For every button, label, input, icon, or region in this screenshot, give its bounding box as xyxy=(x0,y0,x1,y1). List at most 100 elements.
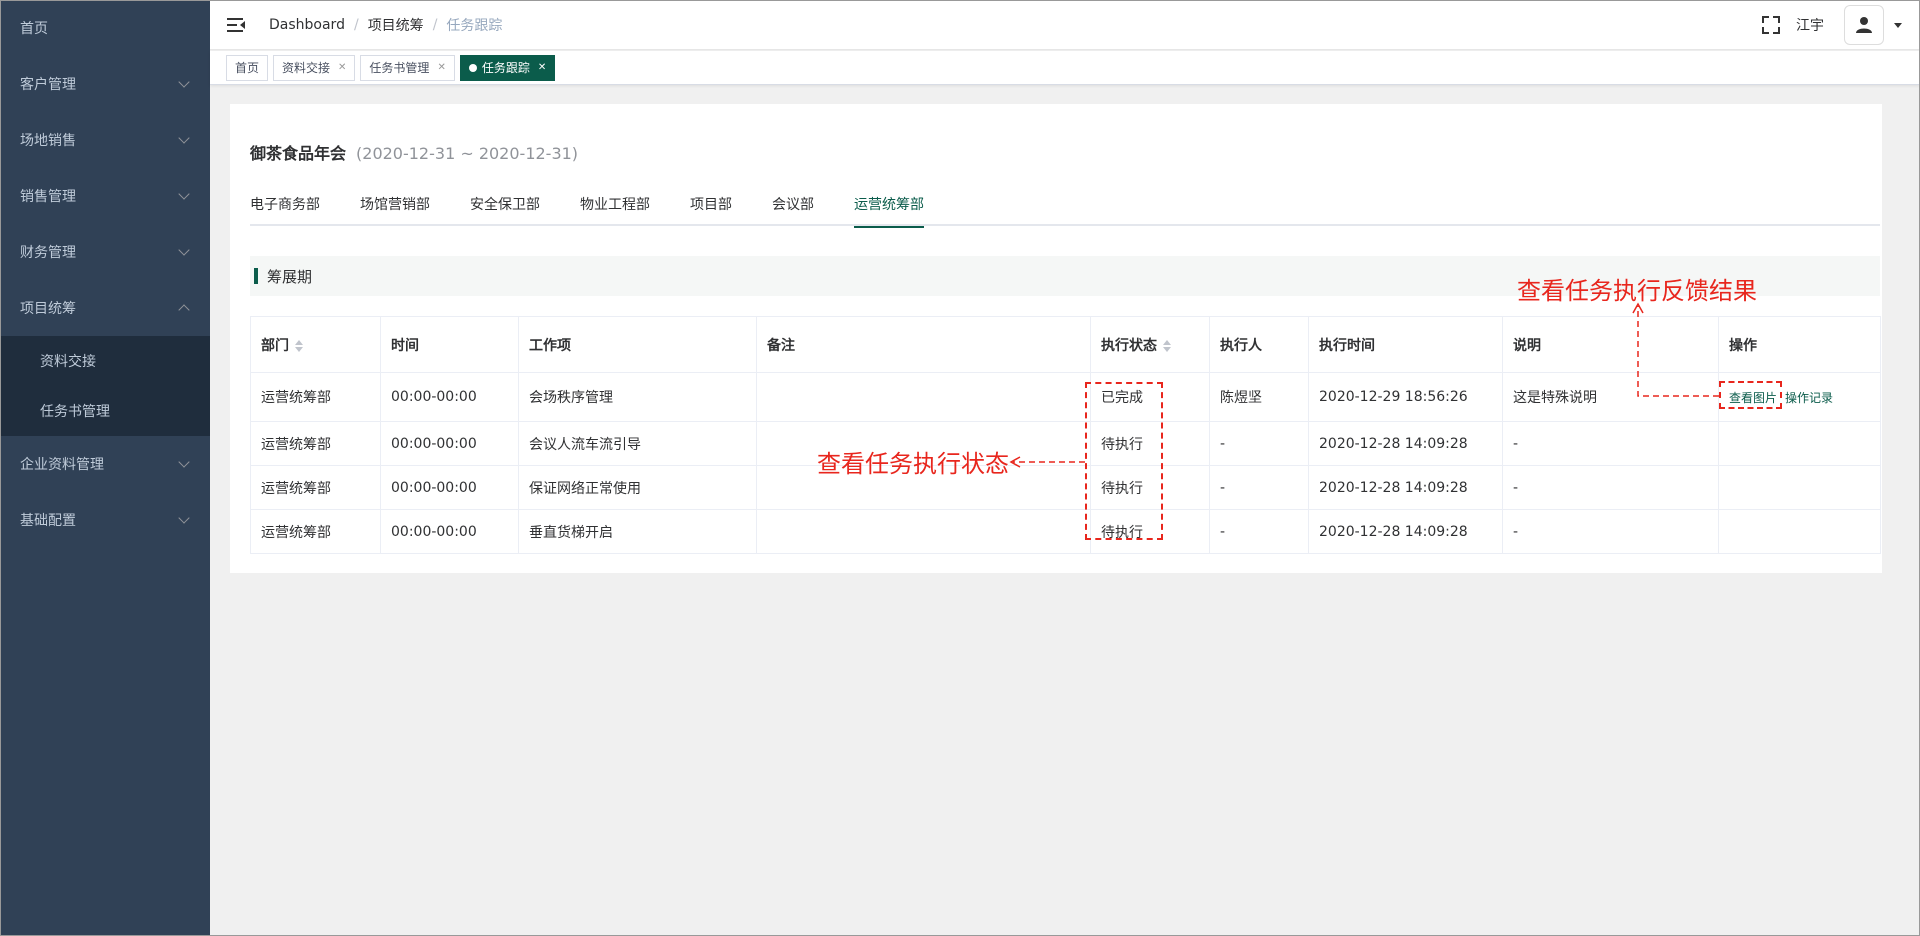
cell-work-item: 保证网络正常使用 xyxy=(518,465,757,510)
sidebar-item-home[interactable]: 首页 xyxy=(0,0,210,56)
chevron-up-icon xyxy=(178,304,190,316)
chevron-down-icon xyxy=(178,76,190,88)
breadcrumb-item[interactable]: Dashboard xyxy=(269,17,345,33)
cell-dept: 运营统筹部 xyxy=(250,509,381,554)
project-date-range: (2020-12-31 ~ 2020-12-31) xyxy=(356,144,579,163)
sidebar-item-label: 企业资料管理 xyxy=(20,457,104,473)
page-title: 御茶食品年会 xyxy=(250,144,347,163)
operation-log-link[interactable]: 操作记录 xyxy=(1785,391,1833,405)
chevron-down-icon xyxy=(178,132,190,144)
cell-actions xyxy=(1718,465,1881,510)
top-navbar: Dashboard / 项目统筹 / 任务跟踪 江宇 xyxy=(210,0,1920,50)
user-icon xyxy=(1856,17,1872,33)
tab-ecommerce[interactable]: 电子商务部 xyxy=(250,192,320,226)
cell-remark xyxy=(756,372,1091,422)
cell-executor: - xyxy=(1209,421,1309,466)
hamburger-icon[interactable] xyxy=(227,17,245,32)
column-label: 说明 xyxy=(1513,337,1541,354)
tab-security[interactable]: 安全保卫部 xyxy=(470,192,540,226)
annotation-status: 查看任务执行状态 xyxy=(817,450,1009,478)
tag-label: 任务跟踪 xyxy=(481,61,530,75)
sidebar-item-label: 场地销售 xyxy=(20,133,76,149)
sidebar-item-label: 基础配置 xyxy=(20,513,76,529)
username: 江宇 xyxy=(1796,18,1824,34)
tag-task-book[interactable]: 任务书管理 ✕ xyxy=(360,54,455,81)
column-label: 部门 xyxy=(261,337,289,354)
view-image-highlight-box xyxy=(1719,381,1782,409)
cell-time: 00:00-00:00 xyxy=(380,509,519,554)
cell-executor: - xyxy=(1209,465,1309,510)
cell-note: 这是特殊说明 xyxy=(1502,372,1719,422)
sidebar-item-label: 销售管理 xyxy=(20,189,76,205)
tag-label: 资料交接 xyxy=(282,61,331,75)
column-label: 执行人 xyxy=(1220,337,1262,354)
tag-label: 任务书管理 xyxy=(369,61,430,75)
sidebar-item-label: 资料交接 xyxy=(40,354,96,370)
column-header-exec-time: 执行时间 xyxy=(1308,316,1503,373)
cell-work-item: 垂直货梯开启 xyxy=(518,509,757,554)
breadcrumb-separator: / xyxy=(353,16,359,33)
close-icon[interactable]: ✕ xyxy=(437,62,445,73)
column-header-time: 时间 xyxy=(380,316,519,373)
column-label: 执行时间 xyxy=(1319,337,1375,354)
chevron-down-icon xyxy=(178,456,190,468)
sidebar-item-enterprise[interactable]: 企业资料管理 xyxy=(0,436,210,492)
tag-home[interactable]: 首页 xyxy=(226,54,269,81)
sidebar-item-label: 任务书管理 xyxy=(40,404,110,420)
status-highlight-box xyxy=(1085,382,1163,540)
sidebar-item-sales[interactable]: 销售管理 xyxy=(0,168,210,224)
sidebar-item-venue-sales[interactable]: 场地销售 xyxy=(0,112,210,168)
sidebar-item-label: 财务管理 xyxy=(20,245,76,261)
sidebar-item-project[interactable]: 项目统筹 xyxy=(0,280,210,336)
sort-icon[interactable] xyxy=(295,339,303,352)
avatar[interactable] xyxy=(1844,5,1884,45)
caret-down-icon[interactable] xyxy=(1894,22,1902,28)
cell-exec-time: 2020-12-28 14:09:28 xyxy=(1308,509,1503,554)
table-row: 运营统筹部 00:00-00:00 保证网络正常使用 待执行 - 2020-12… xyxy=(250,465,1881,510)
task-table: 部门 时间 工作项 备注 执行状态 执行人 执行时间 说明 操作 运营统筹部 0… xyxy=(250,316,1881,554)
column-header-executor: 执行人 xyxy=(1209,316,1309,373)
tab-venue-marketing[interactable]: 场馆营销部 xyxy=(360,192,430,226)
sidebar-item-customers[interactable]: 客户管理 xyxy=(0,56,210,112)
cell-note: - xyxy=(1502,509,1719,554)
cell-executor: - xyxy=(1209,509,1309,554)
cell-work-item: 会议人流车流引导 xyxy=(518,421,757,466)
tag-task-tracking[interactable]: 任务跟踪 ✕ xyxy=(459,54,556,81)
cell-dept: 运营统筹部 xyxy=(250,421,381,466)
cell-time: 00:00-00:00 xyxy=(380,421,519,466)
cell-actions xyxy=(1718,509,1881,554)
column-header-work-item: 工作项 xyxy=(518,316,757,373)
sort-icon[interactable] xyxy=(1163,339,1171,352)
tab-project[interactable]: 项目部 xyxy=(690,192,732,226)
column-header-actions: 操作 xyxy=(1718,316,1881,373)
column-label: 工作项 xyxy=(529,337,571,354)
tab-operations[interactable]: 运营统筹部 xyxy=(854,192,924,228)
column-header-status[interactable]: 执行状态 xyxy=(1090,316,1210,373)
sidebar-subitem-handover[interactable]: 资料交接 xyxy=(0,336,210,386)
sidebar-item-config[interactable]: 基础配置 xyxy=(0,492,210,548)
tab-conference[interactable]: 会议部 xyxy=(772,192,814,226)
close-icon[interactable]: ✕ xyxy=(338,62,346,73)
column-label: 执行状态 xyxy=(1101,337,1157,354)
cell-note: - xyxy=(1502,465,1719,510)
close-icon[interactable]: ✕ xyxy=(538,62,546,73)
column-header-dept[interactable]: 部门 xyxy=(250,316,381,373)
sidebar-subitem-task-book[interactable]: 任务书管理 xyxy=(0,386,210,436)
sidebar-item-label: 客户管理 xyxy=(20,77,76,93)
chevron-down-icon xyxy=(178,512,190,524)
fullscreen-icon[interactable] xyxy=(1762,16,1780,34)
breadcrumb-item[interactable]: 项目统筹 xyxy=(368,15,424,35)
column-header-note: 说明 xyxy=(1502,316,1719,373)
tab-property[interactable]: 物业工程部 xyxy=(580,192,650,226)
header-right: 江宇 xyxy=(1762,0,1902,50)
tag-handover[interactable]: 资料交接 ✕ xyxy=(273,54,356,81)
table-row: 运营统筹部 00:00-00:00 会场秩序管理 已完成 陈煜坚 2020-12… xyxy=(250,372,1881,422)
sidebar-item-finance[interactable]: 财务管理 xyxy=(0,224,210,280)
cell-actions xyxy=(1718,421,1881,466)
chevron-down-icon xyxy=(178,244,190,256)
table-row: 运营统筹部 00:00-00:00 会议人流车流引导 待执行 - 2020-12… xyxy=(250,421,1881,466)
active-dot-icon xyxy=(468,63,477,72)
sidebar-item-label: 首页 xyxy=(20,21,48,37)
cell-exec-time: 2020-12-28 14:09:28 xyxy=(1308,421,1503,466)
cell-exec-time: 2020-12-28 14:09:28 xyxy=(1308,465,1503,510)
